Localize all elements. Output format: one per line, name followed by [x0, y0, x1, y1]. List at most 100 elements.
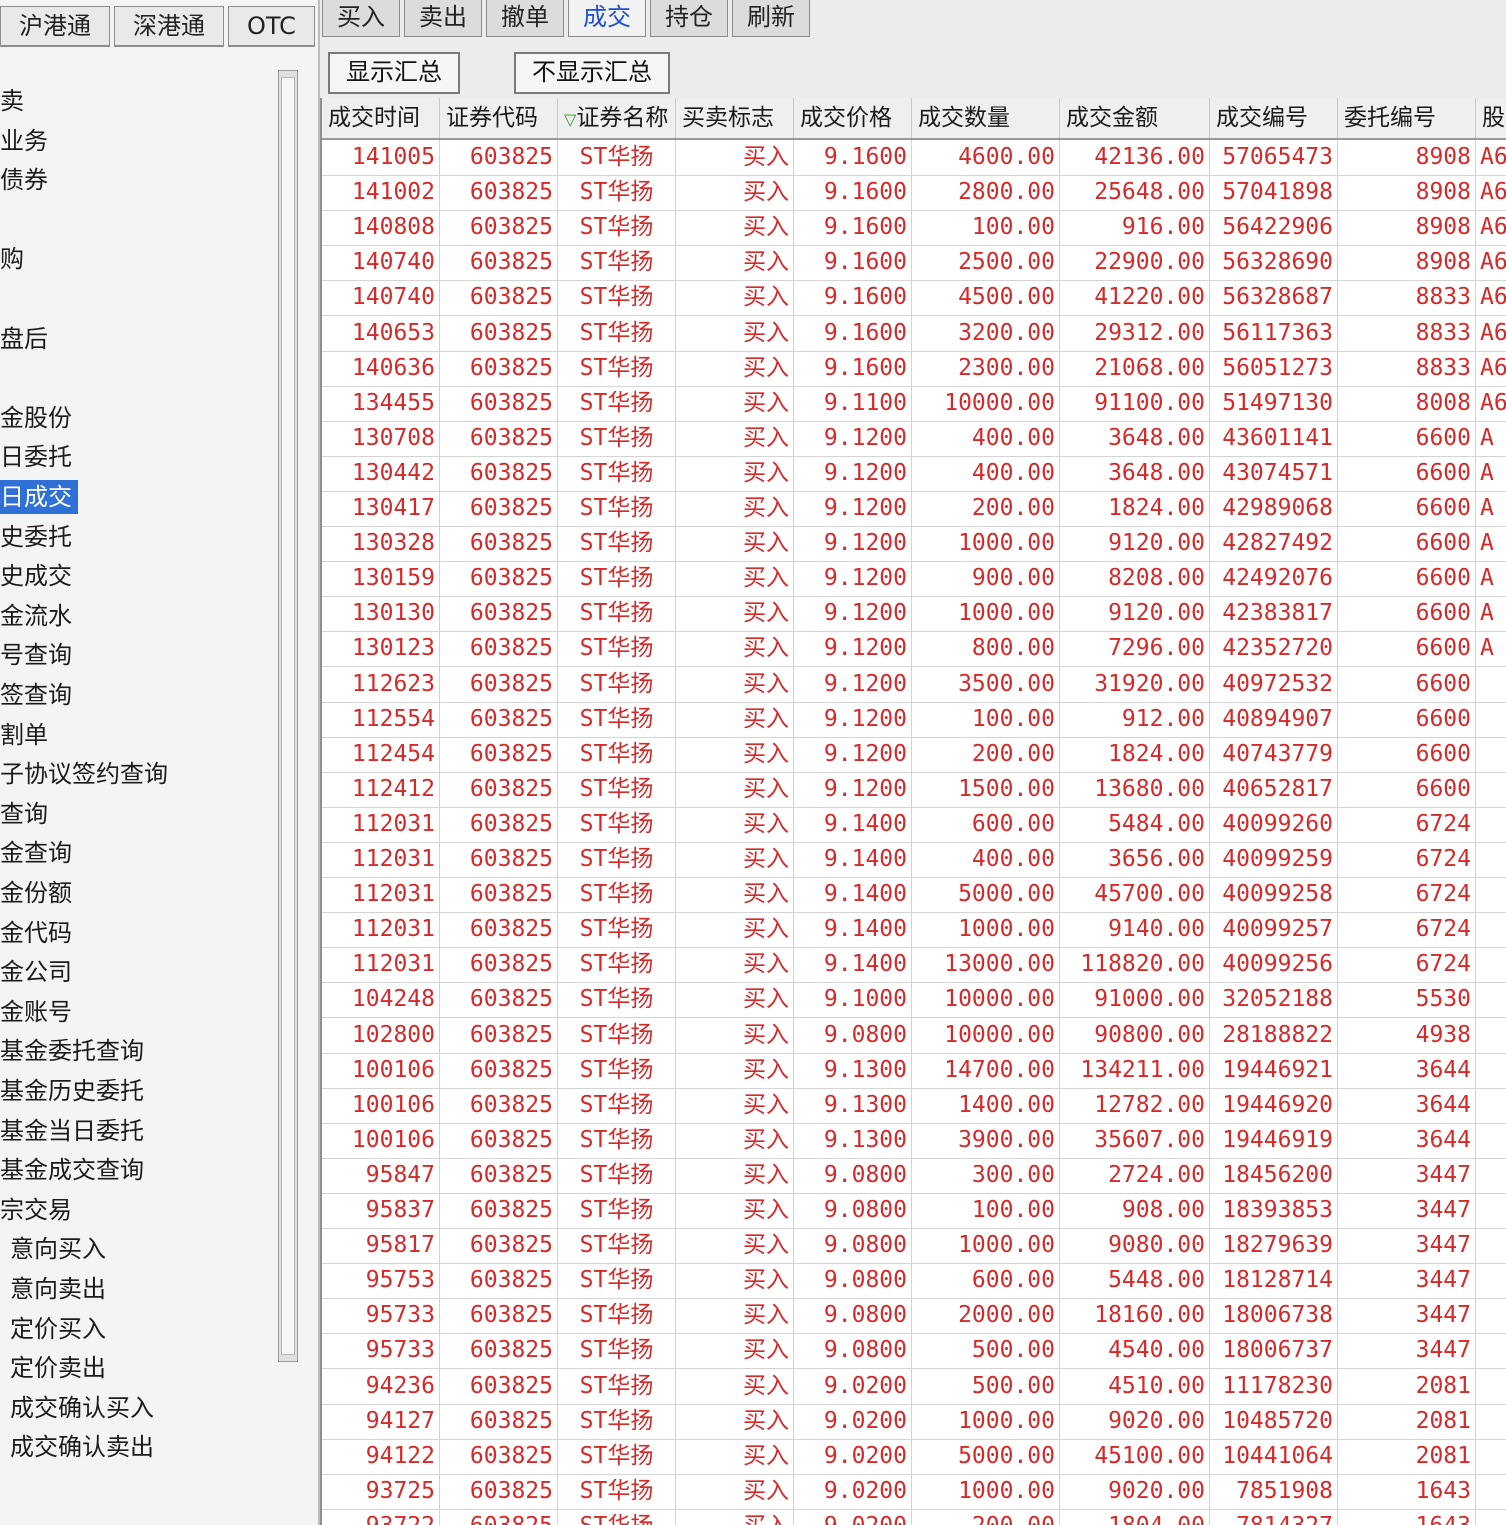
menu-item[interactable]: 金查询	[0, 836, 78, 870]
table-row[interactable]: 102800 603825 ST华扬 买入 9.0800 10000.00 90800.00…	[322, 1017, 1506, 1054]
table-row[interactable]: 112031 603825 ST华扬 买入 9.1400 1000.00 9140.00 40…	[322, 912, 1506, 949]
table-row[interactable]: 140808 603825 ST华扬 买入 9.1600 100.00 916.00 5642…	[322, 210, 1506, 247]
table-row[interactable]: 93722603825ST华扬买入9.0200200.001804.007814…	[322, 1508, 1506, 1525]
table-row[interactable]: 94122 603825 ST华扬 买入 9.0200 5000.00 45100.00 10…	[322, 1438, 1506, 1475]
tab-cancel-order[interactable]: 撤单	[486, 0, 564, 37]
table-row[interactable]: 112031 603825 ST华扬 买入 9.1400 600.00 5484.00 400…	[322, 806, 1506, 843]
menu-item[interactable]: 基金历史委托	[0, 1074, 150, 1108]
menu-item[interactable]: 定价买入	[10, 1312, 112, 1346]
column-header-trade-amount[interactable]: 成交金额	[1060, 98, 1210, 138]
column-header-security-code[interactable]: 证券代码	[440, 98, 558, 138]
menu-item[interactable]: 日成交	[0, 480, 78, 514]
menu-scrollbar-thumb[interactable]	[281, 77, 295, 1355]
menu-item[interactable]: 成交确认卖出	[10, 1430, 160, 1464]
table-row[interactable]: 130159 603825 ST华扬 买入 9.1200 900.00 8208.00 424…	[322, 561, 1506, 598]
menu-item[interactable]: 金公司	[0, 955, 78, 989]
trades-table[interactable]: 成交时间 证券代码 ▽证券名称 买卖标志 成交价格 成交数量 成交金额 成交编号 委托编号股 1…	[320, 98, 1506, 1525]
table-row[interactable]: 140653 603825 ST华扬 买入 9.1600 3200.00 29312.00 5…	[322, 315, 1506, 352]
table-row[interactable]: 112554 603825 ST华扬 买入 9.1200 100.00 912.00 4089…	[322, 701, 1506, 738]
menu-item[interactable]: 史成交	[0, 559, 78, 593]
menu-item[interactable]: 业务	[0, 124, 54, 158]
table-row[interactable]: 141005 603825 ST华扬 买入 9.1600 4600.00 42136.00 5…	[322, 140, 1506, 176]
table-row[interactable]: 112031 603825 ST华扬 买入 9.1400 400.00 3656.00 400…	[322, 842, 1506, 878]
menu-item[interactable]: 金代码	[0, 916, 78, 950]
table-row[interactable]: 95817 603825 ST华扬 买入 9.0800 1000.00 9080.00 182…	[322, 1228, 1506, 1265]
table-row[interactable]: 100106 603825 ST华扬 买入 9.1300 14700.00 134211.0…	[322, 1052, 1506, 1089]
column-header-trade-time[interactable]: 成交时间	[322, 98, 440, 138]
tab-otc[interactable]: OTC	[228, 6, 315, 47]
table-row[interactable]: 95847 603825 ST华扬 买入 9.0800 300.00 2724.00 1845…	[322, 1157, 1506, 1194]
table-row[interactable]: 112454 603825 ST华扬 买入 9.1200 200.00 1824.00 407…	[322, 736, 1506, 773]
table-row[interactable]: 95733 603825 ST华扬 买入 9.0800 2000.00 18160.00 18…	[322, 1298, 1506, 1335]
tab-hk-connect-sz[interactable]: 深港通	[114, 6, 224, 47]
table-row[interactable]: 112031 603825 ST华扬 买入 9.1400 5000.00 45700.00 4…	[322, 877, 1506, 914]
table-row[interactable]: 134455 603825 ST华扬 买入 9.1100 10000.00 91100.00…	[322, 385, 1506, 422]
table-row[interactable]: 130328 603825 ST华扬 买入 9.1200 1000.00 9120.00 42…	[322, 526, 1506, 563]
table-row[interactable]: 95753 603825 ST华扬 买入 9.0800 600.00 5448.00 1812…	[322, 1263, 1506, 1300]
table-row[interactable]: 93725 603825 ST华扬 买入 9.0200 1000.00 9020.00 785…	[322, 1473, 1506, 1510]
table-row[interactable]: 130123 603825 ST华扬 买入 9.1200 800.00 7296.00 423…	[322, 631, 1506, 668]
column-header-order-number[interactable]: 委托编号	[1338, 98, 1476, 138]
menu-item[interactable]: 基金成交查询	[0, 1153, 150, 1187]
menu-item[interactable]: 宗交易	[0, 1193, 78, 1227]
menu-item[interactable]: 日委托	[0, 440, 78, 474]
menu-item[interactable]: 意向卖出	[10, 1272, 112, 1306]
menu-item[interactable]: 成交确认买入	[10, 1391, 160, 1425]
column-header-shareholder-code[interactable]: 股	[1476, 98, 1506, 138]
menu-item[interactable]: 史委托	[0, 520, 78, 554]
menu-item[interactable]: 卖	[0, 84, 30, 118]
menu-scrollbar[interactable]	[278, 70, 298, 1362]
menu-item[interactable]: 查询	[0, 797, 54, 831]
table-row[interactable]: 100106 603825 ST华扬 买入 9.1300 3900.00 35607.00 1…	[322, 1122, 1506, 1159]
tab-refresh[interactable]: 刷新	[732, 0, 810, 37]
menu-item[interactable]: 购	[0, 242, 30, 276]
menu-item[interactable]: 意向买入	[10, 1232, 112, 1266]
menu-item[interactable]: 基金委托查询	[0, 1034, 150, 1068]
menu-item[interactable]	[0, 282, 6, 316]
column-header-trade-quantity[interactable]: 成交数量	[912, 98, 1060, 138]
table-row[interactable]: 130442 603825 ST华扬 买入 9.1200 400.00 3648.00 430…	[322, 455, 1506, 492]
table-row[interactable]: 140740 603825 ST华扬 买入 9.1600 4500.00 41220.00 5…	[322, 280, 1506, 317]
table-row[interactable]: 112031 603825 ST华扬 买入 9.1400 13000.00 118820.0…	[322, 947, 1506, 984]
menu-item[interactable]: 债券	[0, 163, 54, 197]
table-row[interactable]: 112412 603825 ST华扬 买入 9.1200 1500.00 13680.00 4…	[322, 771, 1506, 808]
cell-security-code: 603825	[440, 1473, 558, 1509]
menu-item[interactable]: 定价卖出	[10, 1351, 112, 1385]
tab-positions[interactable]: 持仓	[650, 0, 728, 37]
table-row[interactable]: 141002 603825 ST华扬 买入 9.1600 2800.00 25648.00 5…	[322, 175, 1506, 212]
table-row[interactable]: 140636 603825 ST华扬 买入 9.1600 2300.00 21068.00 5…	[322, 350, 1506, 387]
table-row[interactable]: 100106 603825 ST华扬 买入 9.1300 1400.00 12782.00 1…	[322, 1087, 1506, 1124]
tab-hk-connect-sh[interactable]: 沪港通	[0, 6, 110, 47]
menu-item[interactable]: 金份额	[0, 876, 78, 910]
column-header-trade-price[interactable]: 成交价格	[794, 98, 912, 138]
table-row[interactable]: 130417 603825 ST华扬 买入 9.1200 200.00 1824.00 429…	[322, 491, 1506, 527]
column-header-trade-number[interactable]: 成交编号	[1210, 98, 1338, 138]
table-row[interactable]: 94127 603825 ST华扬 买入 9.0200 1000.00 9020.00 104…	[322, 1403, 1506, 1440]
table-row[interactable]: 112623 603825 ST华扬 买入 9.1200 3500.00 31920.00 4…	[322, 666, 1506, 703]
tab-sell[interactable]: 卖出	[404, 0, 482, 37]
menu-item[interactable]: 子协议签约查询	[0, 757, 174, 791]
menu-item[interactable]: 割单	[0, 718, 54, 752]
menu-item[interactable]: 金流水	[0, 599, 78, 633]
menu-item[interactable]	[0, 361, 6, 395]
table-row[interactable]: 95837 603825 ST华扬 买入 9.0800 100.00 908.00 18393…	[322, 1193, 1506, 1229]
show-summary-button[interactable]: 显示汇总	[328, 52, 460, 94]
table-row[interactable]: 95733 603825 ST华扬 买入 9.0800 500.00 4540.00 1800…	[322, 1333, 1506, 1370]
hide-summary-button[interactable]: 不显示汇总	[514, 52, 670, 94]
column-header-security-name[interactable]: ▽证券名称	[558, 98, 676, 138]
menu-item[interactable]: 签查询	[0, 678, 78, 712]
tab-buy[interactable]: 买入	[322, 0, 400, 37]
menu-item[interactable]: 号查询	[0, 638, 78, 672]
menu-item[interactable]: 金股份	[0, 401, 78, 435]
table-row[interactable]: 130130 603825 ST华扬 买入 9.1200 1000.00 9120.00 42…	[322, 596, 1506, 633]
table-row[interactable]: 104248 603825 ST华扬 买入 9.1000 10000.00 91000.00…	[322, 982, 1506, 1019]
tab-filled-trades[interactable]: 成交	[568, 0, 646, 37]
menu-item[interactable]: 基金当日委托	[0, 1114, 150, 1148]
menu-item[interactable]: 金账号	[0, 995, 78, 1029]
menu-item[interactable]: 盘后	[0, 322, 54, 356]
column-header-buy-sell-flag[interactable]: 买卖标志	[676, 98, 794, 138]
table-row[interactable]: 130708 603825 ST华扬 买入 9.1200 400.00 3648.00 436…	[322, 420, 1506, 457]
table-row[interactable]: 94236 603825 ST华扬 买入 9.0200 500.00 4510.00 1117…	[322, 1368, 1506, 1405]
table-row[interactable]: 140740 603825 ST华扬 买入 9.1600 2500.00 22900.00 5…	[322, 245, 1506, 282]
menu-item[interactable]	[0, 203, 6, 237]
